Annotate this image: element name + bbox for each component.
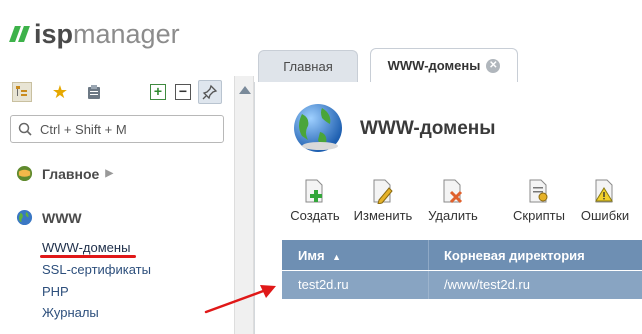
- search-icon: [18, 122, 32, 136]
- tree-icon[interactable]: [12, 82, 32, 102]
- edit-icon: [373, 179, 393, 204]
- main-section-icon: [16, 165, 33, 182]
- cell-root[interactable]: /www/test2d.ru: [444, 277, 530, 292]
- menu-item-php[interactable]: PHP: [42, 284, 69, 299]
- tab-main-label: Главная: [283, 59, 333, 74]
- delete-icon: [443, 179, 463, 204]
- pin-icon[interactable]: [198, 80, 222, 104]
- delete-label: Удалить: [428, 208, 478, 223]
- menu-group-main[interactable]: Главное ▶: [16, 165, 113, 182]
- column-header-root[interactable]: Корневая директория: [444, 248, 585, 263]
- menu-item-logs[interactable]: Журналы: [42, 305, 99, 320]
- logo-manager-text: manager: [73, 18, 180, 49]
- ispmanager-logo: isp manager: [9, 18, 180, 50]
- tab-main[interactable]: Главная: [258, 50, 358, 82]
- errors-icon: [595, 179, 613, 203]
- collapse-minus-icon[interactable]: −: [175, 84, 191, 100]
- scripts-button[interactable]: Скрипты: [510, 178, 568, 223]
- menu-www-label: WWW: [42, 209, 82, 226]
- errors-label: Ошибки: [580, 208, 630, 223]
- search-input[interactable]: [38, 120, 212, 138]
- collapse-arrow-icon[interactable]: [239, 86, 251, 94]
- sort-asc-icon: ▲: [332, 252, 342, 262]
- tab-www-domains[interactable]: WWW-домены ✕: [370, 48, 518, 82]
- menu-main-label: Главное: [42, 165, 100, 182]
- logo-isp-text: isp: [34, 18, 74, 49]
- globe-icon: [16, 209, 33, 226]
- column-header-name[interactable]: Имя ▲: [298, 248, 341, 263]
- tab-www-label: WWW-домены: [387, 58, 481, 73]
- annotation-underline: [40, 255, 136, 258]
- menu-group-www[interactable]: WWW: [16, 209, 82, 226]
- table-empty-area: [282, 299, 642, 334]
- page-title: WWW-домены: [360, 118, 496, 139]
- errors-button[interactable]: Ошибки: [576, 178, 634, 223]
- scripts-label: Скрипты: [513, 208, 565, 223]
- cell-name[interactable]: test2d.ru: [298, 277, 349, 292]
- edit-button[interactable]: Изменить: [350, 178, 416, 223]
- create-icon: [305, 179, 323, 203]
- close-tab-icon[interactable]: ✕: [486, 58, 501, 73]
- search-field[interactable]: [10, 115, 224, 143]
- chevron-right-icon: ▶: [105, 168, 114, 179]
- star-icon[interactable]: ★: [50, 82, 70, 102]
- clipboard-icon[interactable]: [84, 82, 104, 102]
- column-divider: [428, 271, 429, 299]
- expand-plus-icon[interactable]: +: [150, 84, 166, 100]
- column-name-label: Имя: [298, 248, 325, 263]
- delete-button[interactable]: Удалить: [424, 178, 482, 223]
- create-label: Создать: [290, 208, 340, 223]
- www-globe-icon: [290, 100, 348, 163]
- edit-label: Изменить: [353, 208, 413, 223]
- menu-item-ssl[interactable]: SSL-сертификаты: [42, 262, 151, 277]
- menu-item-www-domains[interactable]: WWW-домены: [42, 240, 130, 255]
- scripts-icon: [529, 179, 548, 203]
- create-button[interactable]: Создать: [286, 178, 344, 223]
- column-divider[interactable]: [428, 240, 429, 270]
- annotation-arrow: [204, 285, 276, 314]
